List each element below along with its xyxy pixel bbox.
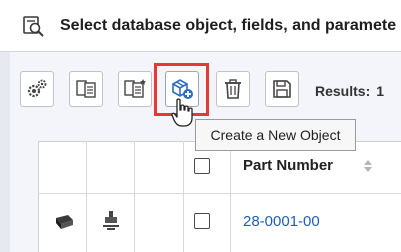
save-button[interactable] [265, 71, 299, 107]
tooltip-text: Create a New Object [210, 127, 341, 143]
save-icon [273, 80, 291, 98]
edit-fields-icon [124, 79, 146, 98]
grid-column-divider [86, 141, 87, 252]
dialog-header: Select database object, fields, and para… [0, 0, 401, 52]
row-checkbox[interactable] [194, 213, 210, 229]
part-number-link[interactable]: 28-0001-00 [243, 213, 320, 230]
part-image-icon [56, 215, 73, 229]
grid-column-divider [230, 141, 231, 252]
footprint-icon [103, 211, 119, 230]
database-search-icon [23, 16, 44, 37]
column-header-part-number[interactable]: Part Number [243, 157, 333, 174]
hand-cursor-icon [171, 98, 193, 127]
results-count: Results: 1 [315, 83, 384, 99]
select-all-checkbox[interactable] [194, 158, 210, 174]
dialog-title: Select database object, fields, and para… [60, 17, 397, 34]
copy-fields-icon [76, 80, 96, 98]
edit-fields-button[interactable] [118, 71, 152, 107]
left-margin [0, 52, 10, 252]
grid-column-divider [134, 141, 135, 252]
grid-row-divider [38, 193, 401, 194]
copy-fields-button[interactable] [69, 71, 103, 107]
settings-button[interactable] [20, 71, 54, 107]
results-value: 1 [376, 83, 385, 99]
settings-gears-icon [27, 79, 47, 98]
delete-icon [225, 79, 241, 99]
results-grid [38, 141, 401, 252]
grid-column-divider [183, 141, 184, 252]
delete-button[interactable] [216, 71, 250, 107]
sort-icon[interactable] [363, 159, 373, 173]
tooltip: Create a New Object [195, 119, 356, 151]
results-label: Results: [315, 83, 371, 99]
